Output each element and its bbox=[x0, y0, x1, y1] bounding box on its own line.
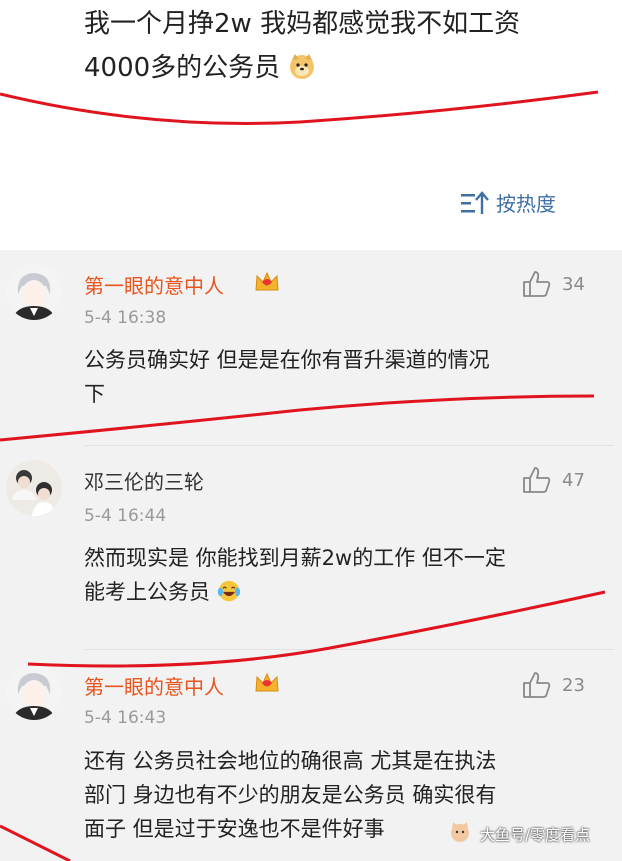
comment-time: 5-4 16:44 bbox=[84, 506, 167, 526]
post-card: 我一个月挣2w 我妈都感觉我不如工资 4000多的公务员 按热度 bbox=[0, 0, 622, 250]
comment-time: 5-4 16:38 bbox=[84, 308, 167, 328]
cat-emoji-icon bbox=[451, 822, 469, 842]
comment-text-line: 然而现实是 你能找到月薪2w的工作 但不一定 bbox=[84, 546, 506, 570]
thumbs-up-icon bbox=[523, 672, 551, 698]
comment-text-line: 公务员确实好 但是是在你有晋升渠道的情况 bbox=[84, 348, 490, 372]
comment-text-line: 下 bbox=[84, 382, 105, 406]
comment-item: 邓三伦的三轮 5-4 16:44 47 然而现实是 你能找到月薪2w的工作 但不… bbox=[0, 446, 622, 650]
like-count: 47 bbox=[562, 469, 585, 491]
watermark: 大鱼号/零度看点 bbox=[480, 826, 591, 844]
comment-item: 第一眼的意中人 5-4 16:38 34 公务员确实好 但是是在你有晋升渠道的情… bbox=[0, 250, 622, 446]
comment-text-line: 部门 身边也有不少的朋友是公务员 确实很有 bbox=[84, 783, 497, 807]
comment-text: 公务员确实好 但是是在你有晋升渠道的情况 下 bbox=[84, 343, 584, 411]
doge-emoji-icon bbox=[290, 54, 315, 79]
post-text: 我一个月挣2w 我妈都感觉我不如工资 4000多的公务员 bbox=[84, 2, 584, 90]
comment-username[interactable]: 第一眼的意中人 bbox=[84, 671, 224, 700]
comment-text-line: 能考上公务员 bbox=[84, 580, 210, 604]
comment-username[interactable]: 第一眼的意中人 bbox=[84, 270, 224, 299]
avatar[interactable] bbox=[6, 460, 62, 516]
like-button[interactable]: 23 bbox=[522, 671, 585, 699]
like-count: 34 bbox=[562, 273, 585, 295]
like-button[interactable]: 47 bbox=[522, 466, 585, 494]
comment-time: 5-4 16:43 bbox=[84, 708, 167, 728]
laugh-cry-emoji-icon bbox=[217, 580, 240, 602]
crown-badge-icon bbox=[255, 271, 279, 291]
thumbs-up-icon bbox=[523, 467, 551, 493]
post-text-line2: 4000多的公务员 bbox=[84, 53, 281, 83]
post-text-line1: 我一个月挣2w 我妈都感觉我不如工资 bbox=[84, 9, 521, 39]
comment-username[interactable]: 邓三伦的三轮 bbox=[84, 466, 204, 495]
avatar[interactable] bbox=[6, 664, 62, 720]
thumbs-up-icon bbox=[523, 271, 551, 297]
crown-badge-icon bbox=[255, 672, 279, 692]
sort-label: 按热度 bbox=[496, 192, 556, 216]
like-button[interactable]: 34 bbox=[522, 270, 585, 298]
comment-text-line: 还有 公务员社会地位的确很高 尤其是在执法 bbox=[84, 749, 497, 773]
comment-text: 然而现实是 你能找到月薪2w的工作 但不一定 能考上公务员 bbox=[84, 541, 584, 609]
avatar[interactable] bbox=[6, 264, 62, 320]
like-count: 23 bbox=[562, 674, 585, 696]
sort-icon bbox=[461, 190, 489, 214]
sort-by-popularity-button[interactable]: 按热度 bbox=[460, 188, 556, 217]
